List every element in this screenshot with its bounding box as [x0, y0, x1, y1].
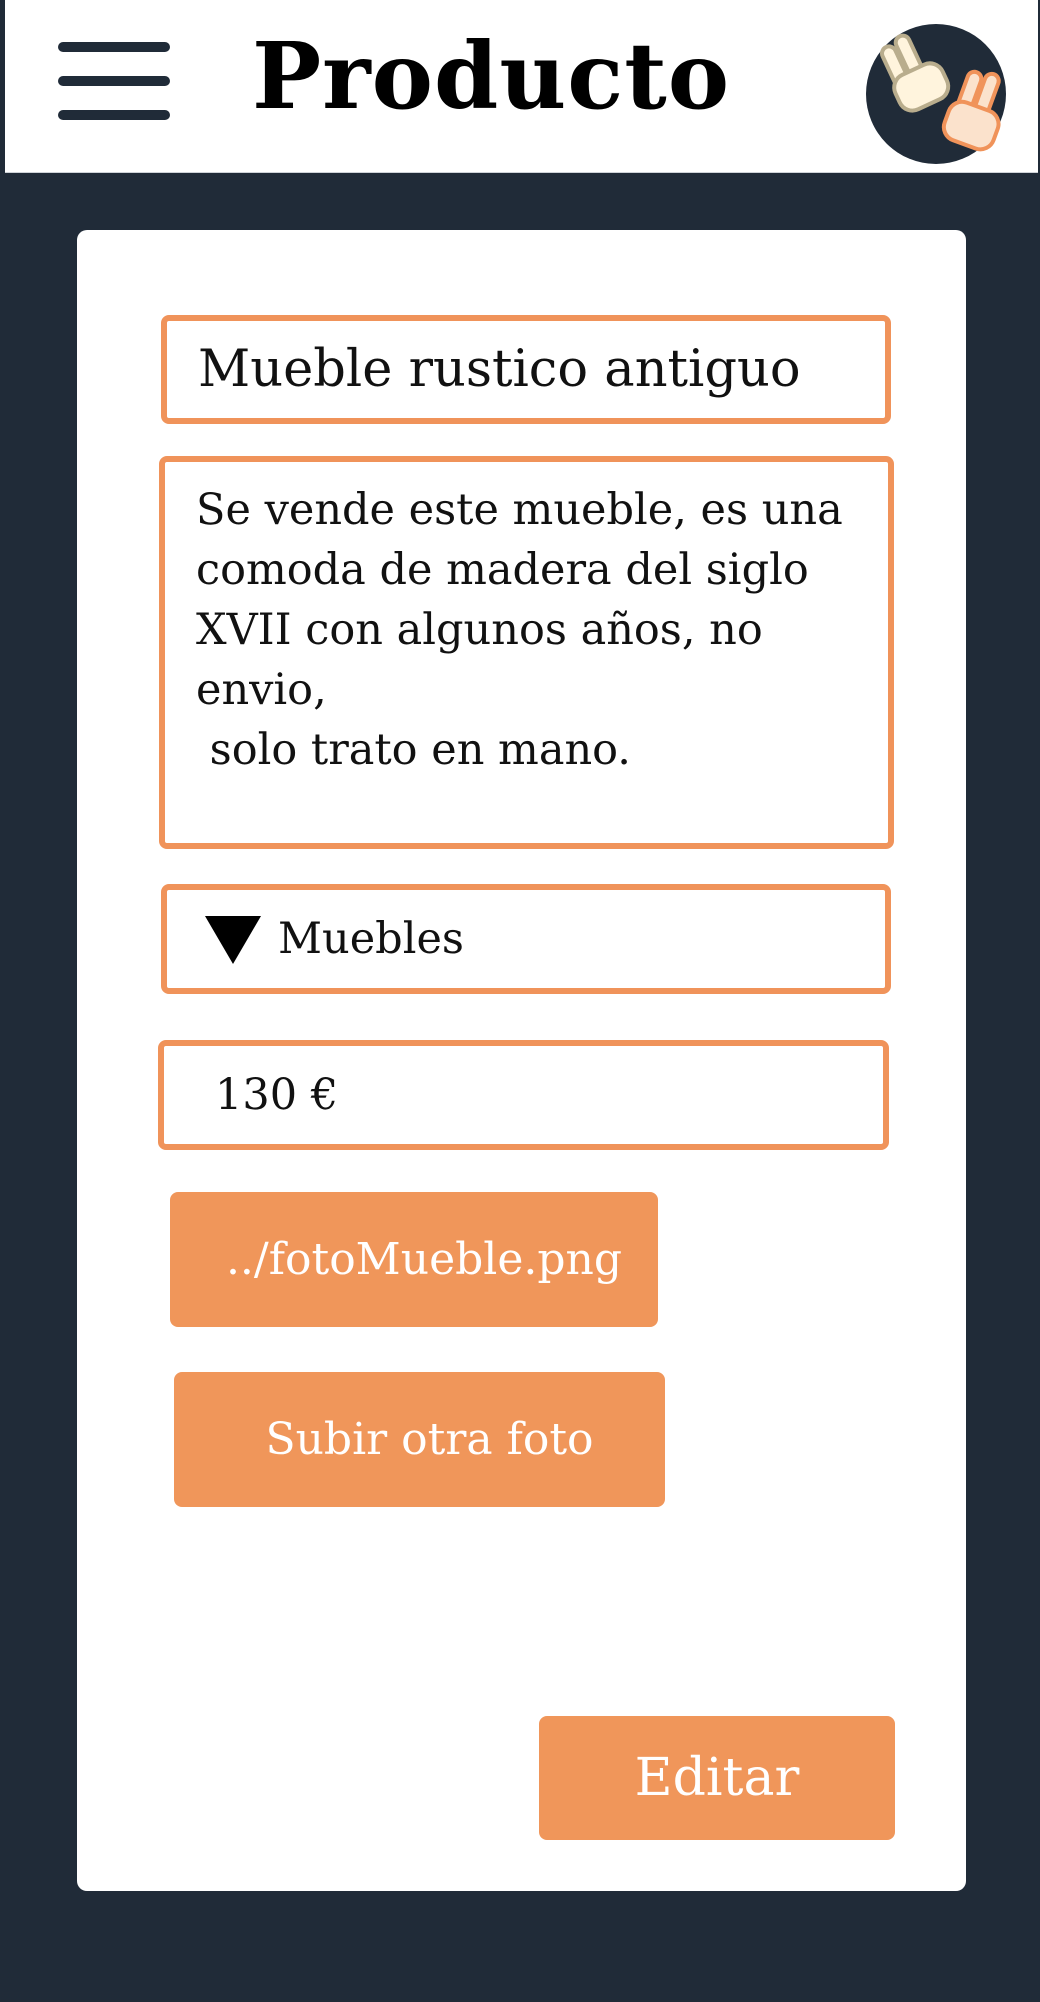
- photo-file-button[interactable]: ../fotoMueble.png: [170, 1192, 658, 1327]
- app-header: Producto: [5, 0, 1038, 173]
- category-select[interactable]: Muebles: [161, 884, 891, 994]
- product-card: Mueble rustico antiguo Se vende este mue…: [77, 230, 966, 1891]
- price-field[interactable]: 130 €: [158, 1040, 889, 1150]
- page-title: Producto: [252, 22, 731, 130]
- hamburger-menu-icon[interactable]: [58, 42, 170, 120]
- dropdown-triangle-icon: [205, 916, 261, 964]
- peace-hands-logo: [866, 24, 1006, 164]
- edit-button[interactable]: Editar: [539, 1716, 895, 1840]
- category-value: Muebles: [278, 914, 464, 964]
- product-name-field[interactable]: Mueble rustico antiguo: [161, 315, 891, 424]
- upload-photo-button[interactable]: Subir otra foto: [174, 1372, 665, 1507]
- description-field[interactable]: Se vende este mueble, es una comoda de m…: [159, 456, 894, 849]
